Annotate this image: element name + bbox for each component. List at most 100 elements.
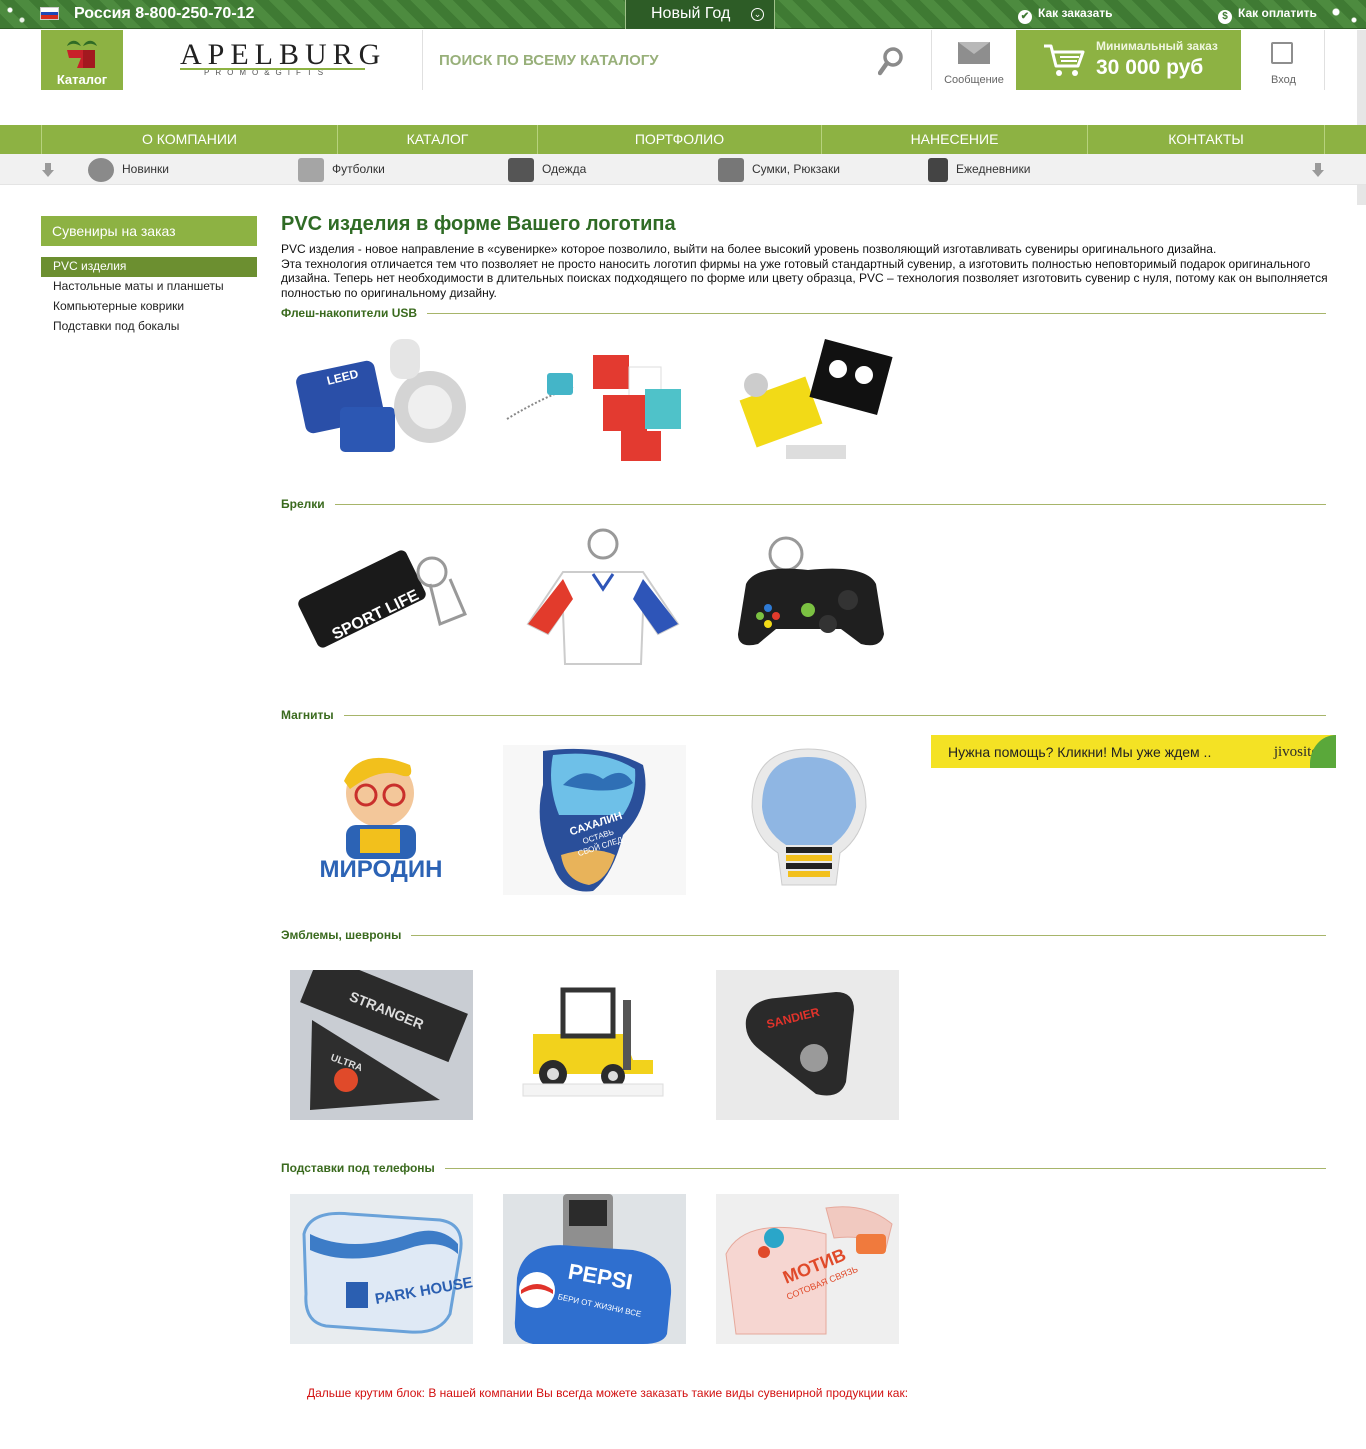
phone-number[interactable]: Россия 8-800-250-70-12	[74, 5, 254, 23]
scroll-right-arrow-icon[interactable]	[1312, 163, 1324, 177]
section-rule	[281, 313, 1326, 314]
section-heading-magnets: Магниты	[281, 708, 1326, 722]
category-label: Новинки	[122, 162, 169, 176]
product-image-stand-3[interactable]: МОТИВ СОТОВАЯ СВЯЗЬ	[716, 1194, 899, 1344]
category-new[interactable]: Новинки	[88, 154, 169, 185]
section-rule	[281, 935, 1326, 936]
category-label: Сумки, Рюкзаки	[752, 162, 840, 176]
envelope-icon	[958, 42, 990, 64]
product-image-magnet-3[interactable]	[716, 745, 899, 895]
login-button[interactable]: Вход	[1242, 30, 1325, 90]
page-title: PVC изделия в форме Вашего логотипа	[281, 213, 676, 235]
sidebar-item-desk-mats[interactable]: Настольные маты и планшеты	[41, 277, 257, 297]
product-image-emblem-3[interactable]: SANDIER	[716, 970, 899, 1120]
product-image-usb-1[interactable]: LEED	[290, 327, 473, 477]
catalog-label: Каталог	[56, 72, 108, 87]
product-image-keychain-1[interactable]: SPORT LIFE	[290, 524, 473, 674]
section-rule	[281, 504, 1326, 505]
chevron-down-icon: ⌄	[751, 8, 764, 21]
nav-item-catalog[interactable]: КАТАЛОГ	[337, 125, 537, 154]
russia-flag-icon	[40, 7, 59, 20]
bag-icon	[718, 157, 744, 182]
jacket-icon	[508, 157, 534, 182]
message-label: Сообщение	[944, 74, 1004, 86]
nav-item-contacts[interactable]: КОНТАКТЫ	[1087, 125, 1325, 154]
main-nav: О КОМПАНИИ КАТАЛОГ ПОРТФОЛИО НАНЕСЕНИЕ К…	[0, 125, 1366, 154]
site-logo[interactable]: APELBURG PROMO&GIFTS	[180, 38, 387, 77]
section-title: Флеш-накопители USB	[281, 306, 428, 320]
notebook-icon	[928, 157, 948, 182]
intro-text: PVC изделия - новое направление в «сувен…	[281, 242, 1331, 300]
catalog-logo-icon	[67, 40, 97, 68]
product-image-emblem-2[interactable]	[503, 970, 686, 1120]
intro-paragraph-1: PVC изделия - новое направление в «сувен…	[281, 242, 1217, 256]
section-heading-phone-stands: Подставки под телефоны	[281, 1161, 1326, 1175]
section-title: Эмблемы, шевроны	[281, 928, 412, 942]
image-text: МИРОДИН	[320, 856, 443, 883]
product-image-keychain-2[interactable]	[503, 524, 686, 674]
category-label: Футболки	[332, 162, 385, 176]
product-image-emblem-1[interactable]: STRANGER ULTRA	[290, 970, 473, 1120]
product-image-stand-2[interactable]: PEPSI БЕРИ ОТ ЖИЗНИ ВСЕ	[503, 1194, 686, 1344]
login-icon	[1271, 42, 1293, 64]
sidebar-menu: PVC изделия Настольные маты и планшеты К…	[41, 257, 257, 337]
category-label: Ежедневники	[956, 162, 1031, 176]
new-year-label: Новый Год	[651, 5, 731, 22]
section-heading-keychains: Брелки	[281, 497, 1326, 511]
brand-name: APELBURG	[180, 38, 387, 71]
nav-item-portfolio[interactable]: ПОРТФОЛИО	[537, 125, 821, 154]
intro-paragraph-2: Эта технология отличается тем что позвол…	[281, 256, 1328, 300]
chat-widget-text: Нужна помощь? Кликни! Мы уже ждем ..	[948, 744, 1212, 760]
sidebar-item-pvc[interactable]: PVC изделия	[41, 257, 257, 277]
min-order-value: 30 000 руб	[1096, 56, 1204, 79]
category-clothing[interactable]: Одежда	[508, 154, 586, 185]
snow-decoration	[1316, 0, 1366, 29]
product-image-magnet-2[interactable]: САХАЛИН ОСТАВЬ СВОЙ СЛЕД	[503, 745, 686, 895]
top-bar: Россия 8-800-250-70-12 Новый Год ⌄ ✔ Как …	[0, 0, 1366, 29]
section-title: Подставки под телефоны	[281, 1161, 445, 1175]
tshirt-icon	[298, 157, 324, 182]
section-title: Брелки	[281, 497, 335, 511]
category-bags[interactable]: Сумки, Рюкзаки	[718, 154, 840, 185]
login-label: Вход	[1271, 74, 1296, 86]
how-to-order-link[interactable]: ✔ Как заказать	[1018, 6, 1113, 24]
leaf-icon	[1310, 735, 1336, 768]
catalog-button[interactable]: Каталог	[41, 30, 123, 90]
product-image-keychain-3[interactable]	[716, 524, 899, 674]
section-heading-emblems: Эмблемы, шевроны	[281, 928, 1326, 942]
section-title: Магниты	[281, 708, 344, 722]
search-input[interactable]	[439, 48, 859, 72]
category-label: Одежда	[542, 162, 587, 176]
check-icon: ✔	[1018, 10, 1032, 24]
how-to-pay-link[interactable]: $ Как оплатить	[1218, 6, 1317, 24]
section-heading-usb: Флеш-накопители USB	[281, 306, 1326, 320]
search-icon[interactable]	[878, 46, 904, 76]
product-image-magnet-1[interactable]: МИРОДИН	[290, 745, 473, 895]
category-bar: Новинки Футболки Одежда Сумки, Рюкзаки Е…	[0, 154, 1366, 185]
nav-item-printing[interactable]: НАНЕСЕНИЕ	[821, 125, 1087, 154]
dollar-icon: $	[1218, 10, 1232, 24]
logo-underline	[180, 68, 365, 70]
nav-item-about[interactable]: О КОМПАНИИ	[41, 125, 337, 154]
product-image-stand-1[interactable]: PARK HOUSE	[290, 1194, 473, 1344]
sidebar-heading[interactable]: Сувениры на заказ	[41, 216, 257, 246]
category-tshirts[interactable]: Футболки	[298, 154, 385, 185]
footnote-text: Дальше крутим блок: В нашей компании Вы …	[307, 1386, 909, 1400]
sidebar-item-mouse-pads[interactable]: Компьютерные коврики	[41, 297, 257, 317]
how-to-order-label: Как заказать	[1038, 6, 1113, 20]
search-box	[422, 30, 932, 90]
scroll-left-arrow-icon[interactable]	[42, 163, 54, 177]
section-rule	[281, 715, 1326, 716]
snow-decoration	[0, 0, 30, 29]
chat-widget[interactable]: Нужна помощь? Кликни! Мы уже ждем .. jiv…	[931, 735, 1336, 768]
product-image-usb-3[interactable]	[716, 327, 899, 477]
new-badge-icon	[88, 157, 114, 182]
min-order-cart[interactable]: Минимальный заказ 30 000 руб	[1016, 30, 1241, 90]
category-notebooks[interactable]: Ежедневники	[928, 154, 1030, 185]
min-order-title: Минимальный заказ	[1096, 39, 1218, 53]
new-year-dropdown[interactable]: Новый Год ⌄	[625, 0, 775, 29]
sidebar-item-coasters[interactable]: Подставки под бокалы	[41, 317, 257, 337]
main-content: PVC изделия в форме Вашего логотипа PVC …	[281, 210, 1331, 300]
message-button[interactable]: Сообщение	[933, 30, 1015, 90]
product-image-usb-2[interactable]	[503, 327, 686, 477]
